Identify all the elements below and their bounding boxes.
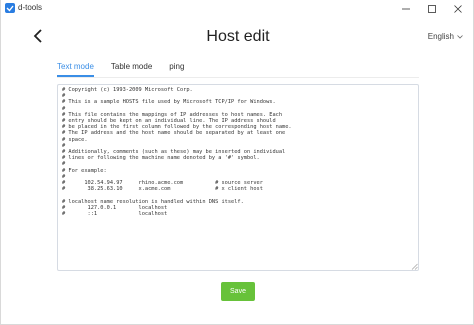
tabs-divider <box>57 77 419 78</box>
hosts-text-editor[interactable]: # Copyright (c) 1993-2009 Microsoft Corp… <box>57 84 419 271</box>
app-title: d-tools <box>18 3 43 12</box>
close-icon[interactable] <box>445 0 471 17</box>
back-button[interactable] <box>31 28 45 44</box>
minimize-icon[interactable] <box>393 0 419 17</box>
tab-text-mode[interactable]: Text mode <box>57 61 94 77</box>
tab-table-mode[interactable]: Table mode <box>111 61 152 77</box>
save-button[interactable]: Save <box>221 282 255 301</box>
chevron-left-icon <box>33 29 42 43</box>
tab-ping[interactable]: ping <box>169 61 184 77</box>
d-tools-logo-icon <box>5 3 15 13</box>
app-window: d-tools Host edit English Text mode Tabl… <box>0 0 474 325</box>
maximize-icon[interactable] <box>419 0 445 17</box>
chevron-down-icon <box>457 34 463 39</box>
resize-grip-icon[interactable] <box>411 263 418 270</box>
tab-bar: Text mode Table mode ping <box>57 61 201 77</box>
title-bar: d-tools <box>1 0 473 17</box>
language-select[interactable]: English <box>428 32 463 41</box>
window-controls <box>393 0 471 17</box>
page-title: Host edit <box>206 28 270 45</box>
language-label: English <box>427 32 454 41</box>
